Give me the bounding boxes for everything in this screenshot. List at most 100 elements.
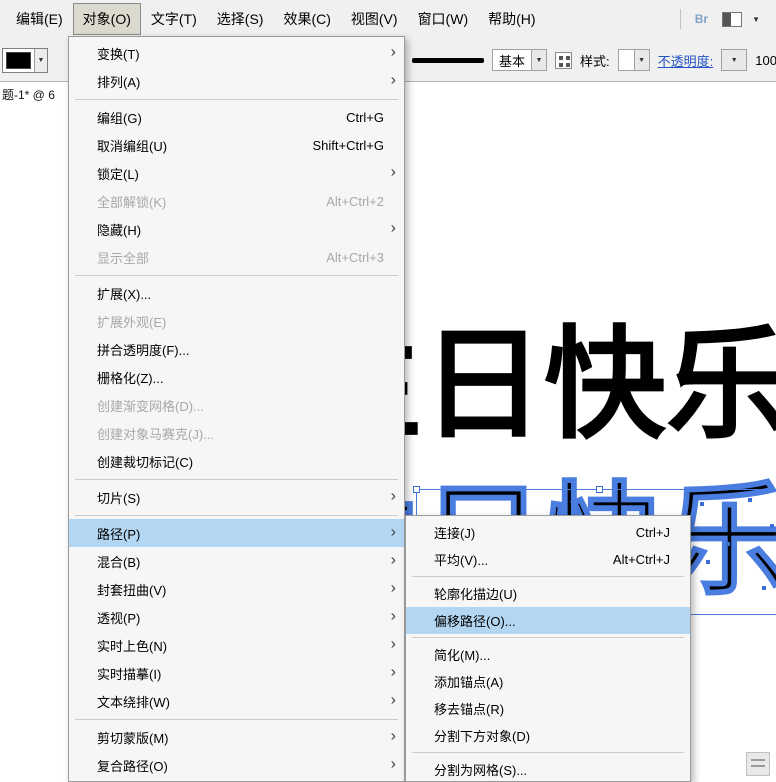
menubar-item[interactable]: 对象(O) — [72, 3, 141, 35]
menu-item-label: 分割为网格(S)... — [434, 763, 528, 778]
submenu-arrow-icon: › — [390, 635, 396, 653]
style-label: 样式: — [580, 53, 610, 69]
style-dropdown-value — [619, 50, 634, 70]
menu-item[interactable]: 分割下方对象(D) — [406, 722, 690, 749]
workspace-switcher-icon[interactable] — [722, 11, 743, 27]
menu-item[interactable]: 栅格化(Z)... — [69, 363, 404, 391]
menu-item-shortcut: Ctrl+G — [346, 109, 384, 125]
menu-item[interactable]: 剪切蒙版(M) › — [69, 723, 404, 751]
opacity-link[interactable]: 不透明度: — [658, 51, 714, 70]
menu-separator — [75, 514, 398, 516]
menu-item[interactable]: 透视(P) › — [69, 603, 404, 631]
menubar-item[interactable]: 文字(T) — [141, 3, 207, 35]
chevron-down-icon[interactable]: ▼ — [752, 15, 760, 24]
path-submenu: 连接(J) Ctrl+J 平均(V)... Alt+Ctrl+J 轮廓化描边(U) 偏移路… — [405, 515, 691, 782]
anchor-point[interactable] — [706, 560, 710, 564]
menubar-item[interactable]: 视图(V) — [341, 3, 408, 35]
menu-item[interactable]: 实时描摹(I) › — [69, 659, 404, 687]
menu-item-label: 全部解锁(K) — [97, 194, 167, 210]
chevron-down-icon[interactable]: ▼ — [722, 50, 747, 70]
brush-definition-dropdown[interactable]: 基本 ▼ — [492, 49, 548, 71]
submenu-arrow-icon: › — [390, 71, 396, 89]
menu-item[interactable]: 简化(M)... — [406, 641, 690, 668]
fill-color-swatch — [6, 52, 31, 69]
canvas-corner-mark — [746, 752, 770, 776]
menu-item-label: 排列(A) — [97, 74, 141, 90]
submenu-arrow-icon: › — [390, 663, 396, 681]
menu-item-label: 封套扭曲(V) — [97, 582, 167, 598]
bridge-button[interactable]: Br — [691, 10, 712, 28]
menu-item: 扩展外观(E) — [69, 307, 404, 335]
recolor-artwork-icon[interactable] — [555, 51, 573, 69]
menu-item[interactable]: 复合路径(O) › — [69, 751, 404, 779]
menu-separator — [412, 637, 684, 638]
menu-item-shortcut: Ctrl+J — [635, 525, 670, 540]
menu-item[interactable]: 锁定(L) › — [69, 159, 404, 187]
menu-item-label: 实时描摹(I) — [97, 666, 162, 682]
selection-handle-top-left[interactable] — [413, 486, 420, 493]
menu-item-label: 简化(M)... — [434, 648, 491, 663]
selection-handle-top-center[interactable] — [596, 486, 603, 493]
submenu-arrow-icon: › — [390, 755, 396, 773]
menu-separator — [75, 478, 398, 480]
anchor-point[interactable] — [700, 502, 704, 506]
menubar-item[interactable]: 效果(C) — [273, 3, 340, 35]
menu-item-label: 编组(G) — [97, 110, 142, 126]
opacity-dropdown[interactable]: ▼ — [721, 49, 748, 71]
menu-item: 显示全部 Alt+Ctrl+3 — [69, 243, 404, 271]
menu-item[interactable]: 拼合透明度(F)... — [69, 335, 404, 363]
menu-item-label: 路径(P) — [97, 526, 141, 542]
menu-item[interactable]: 切片(S) › — [69, 483, 404, 511]
menu-item[interactable]: 隐藏(H) › — [69, 215, 404, 243]
menubar-item[interactable]: 窗口(W) — [408, 3, 479, 35]
menu-item-shortcut: Alt+Ctrl+3 — [326, 249, 384, 265]
menu-item[interactable]: 偏移路径(O)... — [406, 607, 690, 634]
chevron-down-icon[interactable]: ▼ — [531, 50, 547, 70]
menu-item[interactable]: 文本绕排(W) › — [69, 687, 404, 715]
submenu-arrow-icon: › — [390, 607, 396, 625]
fill-color-dropdown[interactable]: ▼ — [2, 48, 48, 73]
brush-definition-value: 基本 — [499, 53, 526, 69]
menu-separator — [412, 752, 684, 753]
menu-item[interactable]: 封套扭曲(V) › — [69, 575, 404, 603]
chevron-down-icon[interactable]: ▼ — [633, 50, 649, 70]
object-menu-dropdown: 变换(T) › 排列(A) › 编组(G) Ctrl+G 取消编组(U) Shift+Ctrl… — [68, 36, 405, 782]
menu-item[interactable]: 变换(T) › — [69, 39, 404, 67]
menu-item: 创建对象马赛克(J)... — [69, 419, 404, 447]
menu-item-label: 混合(B) — [97, 554, 141, 570]
anchor-point[interactable] — [748, 498, 752, 502]
toolbar-divider — [679, 9, 681, 29]
menu-item-label: 移去锚点(R) — [434, 702, 505, 717]
menu-item[interactable]: 实时上色(N) › — [69, 631, 404, 659]
menu-item-label: 文本绕排(W) — [97, 694, 170, 710]
menu-item: 全部解锁(K) Alt+Ctrl+2 — [69, 187, 404, 215]
menubar-item[interactable]: 选择(S) — [207, 3, 274, 35]
menu-item[interactable]: 添加锚点(A) — [406, 668, 690, 695]
menu-item-label: 创建渐变网格(D)... — [97, 398, 204, 414]
anchor-point[interactable] — [726, 542, 730, 546]
menu-item-shortcut: Alt+Ctrl+J — [612, 552, 670, 567]
opacity-value[interactable]: 100 — [755, 53, 776, 68]
style-dropdown[interactable]: ▼ — [617, 49, 650, 71]
menu-item[interactable]: 扩展(X)... — [69, 279, 404, 307]
menu-item-label: 取消编组(U) — [97, 138, 168, 154]
menu-item[interactable]: 取消编组(U) Shift+Ctrl+G — [69, 131, 404, 159]
menubar-item[interactable]: 编辑(E) — [6, 3, 73, 35]
menu-item[interactable]: 编组(G) Ctrl+G — [69, 103, 404, 131]
anchor-point[interactable] — [762, 586, 766, 590]
menu-item[interactable]: 排列(A) › — [69, 67, 404, 95]
menu-item[interactable]: 连接(J) Ctrl+J — [406, 519, 690, 546]
menu-item[interactable]: 路径(P) › — [69, 519, 404, 547]
chevron-down-icon[interactable]: ▼ — [34, 49, 47, 72]
menubar-item[interactable]: 帮助(H) — [478, 3, 545, 35]
anchor-point[interactable] — [770, 524, 774, 528]
menu-item[interactable]: 创建裁切标记(C) — [69, 447, 404, 475]
menu-item[interactable]: 移去锚点(R) — [406, 695, 690, 722]
menu-item[interactable]: 轮廓化描边(U) — [406, 580, 690, 607]
menu-item[interactable]: 混合(B) › — [69, 547, 404, 575]
menu-item[interactable]: 平均(V)... Alt+Ctrl+J — [406, 546, 690, 573]
illustrator-window: 生日快乐 生日快乐 题-1* @ 6 ▼ 基本 ▼ 样式: — [0, 0, 776, 782]
submenu-arrow-icon: › — [390, 487, 396, 505]
menu-item[interactable]: 分割为网格(S)... — [406, 756, 690, 781]
menu-item-label: 显示全部 — [97, 250, 150, 266]
